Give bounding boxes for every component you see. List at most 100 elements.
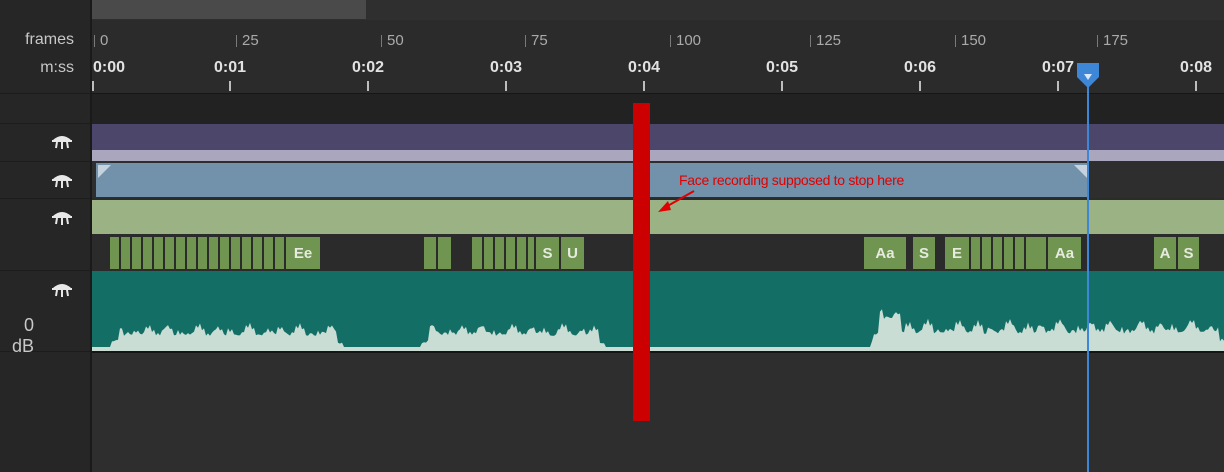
annotation-text: Face recording supposed to stop here <box>679 172 905 188</box>
annotation-arrow-icon <box>658 190 695 212</box>
viseme-block[interactable]: Aa <box>1048 237 1083 269</box>
viseme-block[interactable] <box>187 237 198 269</box>
time-tick-label: 0:01 <box>214 59 247 76</box>
header-divider <box>0 93 90 94</box>
timeline-scrollbar-thumb[interactable] <box>92 0 366 19</box>
viseme-block[interactable] <box>528 237 536 269</box>
frame-tick <box>525 35 526 47</box>
viseme-block[interactable] <box>495 237 506 269</box>
frame-tick <box>955 35 956 47</box>
header-divider <box>0 123 90 124</box>
viseme-block[interactable] <box>1015 237 1026 269</box>
time-tick <box>1195 81 1197 91</box>
viseme-block[interactable]: A <box>1154 237 1178 269</box>
viseme-block[interactable] <box>275 237 286 269</box>
viseme-block[interactable]: S <box>1178 237 1201 269</box>
viseme-block[interactable] <box>121 237 132 269</box>
viseme-block[interactable] <box>472 237 484 269</box>
time-tick <box>643 81 645 91</box>
viseme-block[interactable] <box>220 237 231 269</box>
viseme-block[interactable] <box>971 237 982 269</box>
time-tick-label: 0:05 <box>766 59 799 76</box>
annotation-marker <box>633 103 650 421</box>
time-tick-label: 0:08 <box>1180 59 1213 76</box>
viseme-block[interactable] <box>484 237 495 269</box>
ruler-lane <box>92 93 1224 125</box>
frame-tick <box>381 35 382 47</box>
viseme-block[interactable] <box>154 237 165 269</box>
frame-tick-label: 150 <box>961 32 987 49</box>
time-tick-label: 0:02 <box>352 59 385 76</box>
header-divider <box>0 161 90 162</box>
viseme-block[interactable] <box>176 237 187 269</box>
viseme-block[interactable] <box>264 237 275 269</box>
frame-tick-label: 100 <box>676 32 702 49</box>
puppet-track-icon[interactable] <box>50 170 74 190</box>
viseme-block[interactable] <box>132 237 143 269</box>
time-tick <box>229 81 231 91</box>
puppet-track-subbar <box>92 150 1224 161</box>
time-tick <box>92 81 94 91</box>
time-ruler-label: m:ss <box>40 59 74 76</box>
viseme-block[interactable] <box>198 237 209 269</box>
viseme-block[interactable]: S <box>913 237 937 269</box>
viseme-block[interactable] <box>209 237 220 269</box>
empty-track-area <box>92 353 1224 472</box>
viseme-block[interactable] <box>242 237 253 269</box>
face-recording-take[interactable] <box>96 163 1089 197</box>
puppet-track-bar[interactable] <box>92 124 1224 150</box>
time-tick-label: 0:06 <box>904 59 937 76</box>
audio-track[interactable] <box>92 271 1224 351</box>
take-end-handle[interactable] <box>1074 165 1087 178</box>
viseme-block[interactable] <box>1004 237 1015 269</box>
viseme-block[interactable] <box>165 237 176 269</box>
audio-level-label: 0 dB <box>11 315 34 356</box>
viseme-block[interactable]: S <box>536 237 561 269</box>
time-tick <box>919 81 921 91</box>
puppet-track-icon[interactable] <box>50 131 74 151</box>
frame-tick-label: 50 <box>387 32 404 49</box>
playhead-line[interactable] <box>1087 66 1089 472</box>
frame-tick-label: 25 <box>242 32 259 49</box>
puppet-track-icon[interactable] <box>50 279 74 299</box>
viseme-block[interactable] <box>253 237 264 269</box>
viseme-block[interactable] <box>231 237 242 269</box>
viseme-block[interactable]: Aa <box>864 237 908 269</box>
frame-tick <box>236 35 237 47</box>
time-tick <box>1057 81 1059 91</box>
time-tick <box>505 81 507 91</box>
viseme-block[interactable] <box>143 237 154 269</box>
viseme-block[interactable]: Ee <box>286 237 322 269</box>
viseme-block[interactable] <box>517 237 528 269</box>
viseme-block[interactable] <box>438 237 453 269</box>
viseme-block[interactable] <box>424 237 438 269</box>
time-tick-label: 0:07 <box>1042 59 1075 76</box>
viseme-block[interactable]: U <box>561 237 586 269</box>
frame-tick-label: 175 <box>1103 32 1129 49</box>
frame-tick <box>810 35 811 47</box>
header-divider <box>0 198 90 199</box>
frame-tick-label: 0 <box>100 32 109 49</box>
puppet-track-icon[interactable] <box>50 207 74 227</box>
frame-tick-label: 125 <box>816 32 842 49</box>
viseme-block[interactable] <box>1026 237 1048 269</box>
viseme-block[interactable] <box>993 237 1004 269</box>
time-tick-label: 0:00 <box>93 59 126 76</box>
viseme-block[interactable] <box>982 237 993 269</box>
time-tick-label: 0:04 <box>628 59 661 76</box>
frame-tick <box>670 35 671 47</box>
viseme-block[interactable] <box>110 237 121 269</box>
frame-tick <box>94 35 95 47</box>
time-ruler[interactable] <box>92 20 1224 94</box>
viseme-block[interactable]: E <box>945 237 971 269</box>
frame-tick <box>1097 35 1098 47</box>
take-start-handle[interactable] <box>98 165 111 178</box>
frame-tick-label: 75 <box>531 32 548 49</box>
header-divider <box>0 270 90 271</box>
time-tick <box>781 81 783 91</box>
time-tick-label: 0:03 <box>490 59 523 76</box>
viseme-block[interactable] <box>506 237 517 269</box>
frames-ruler-label: frames <box>25 31 74 48</box>
time-tick <box>367 81 369 91</box>
playhead-handle[interactable] <box>1076 63 1100 89</box>
